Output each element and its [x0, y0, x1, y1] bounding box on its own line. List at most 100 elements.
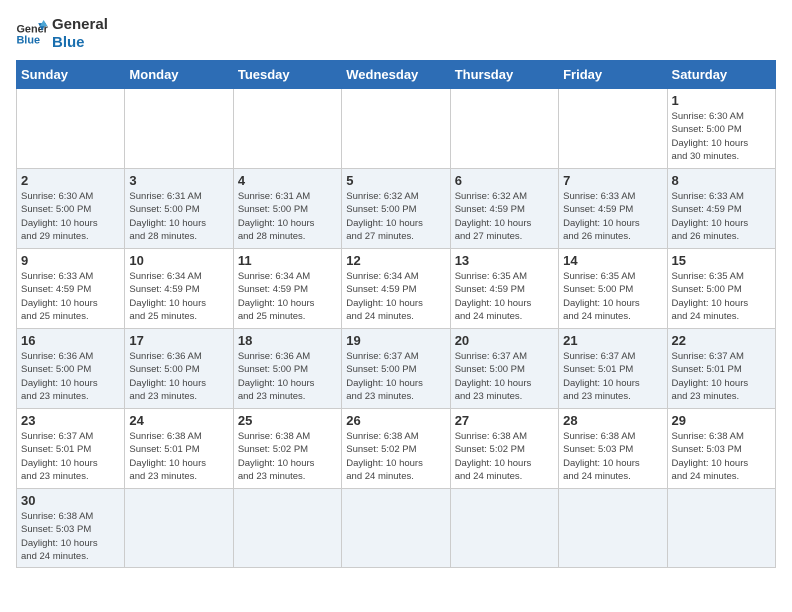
- day-info: Sunrise: 6:30 AM Sunset: 5:00 PM Dayligh…: [672, 110, 771, 163]
- calendar-cell: 10 Sunrise: 6:34 AM Sunset: 4:59 PM Dayli…: [125, 249, 233, 329]
- day-number: 22: [672, 333, 771, 348]
- day-info: Sunrise: 6:36 AM Sunset: 5:00 PM Dayligh…: [129, 350, 228, 403]
- calendar-cell: 14 Sunrise: 6:35 AM Sunset: 5:00 PM Dayli…: [559, 249, 667, 329]
- day-number: 3: [129, 173, 228, 188]
- header-monday: Monday: [125, 61, 233, 89]
- calendar-cell: 18Sunrise: 6:36 AM Sunset: 5:00 PM Dayli…: [233, 329, 341, 409]
- calendar-cell: 7Sunrise: 6:33 AM Sunset: 4:59 PM Daylig…: [559, 169, 667, 249]
- week-row-6: 30 Sunrise: 6:38 AM Sunset: 5:03 PM Dayli…: [17, 489, 776, 568]
- day-info: Sunrise: 6:34 AM Sunset: 4:59 PM Dayligh…: [238, 270, 337, 323]
- page-header: General Blue General Blue: [16, 16, 776, 52]
- calendar-cell: 25 Sunrise: 6:38 AM Sunset: 5:02 PM Dayli…: [233, 409, 341, 489]
- day-number: 10: [129, 253, 228, 268]
- day-info: Sunrise: 6:38 AM Sunset: 5:03 PM Dayligh…: [672, 430, 771, 483]
- logo-icon: General Blue: [16, 20, 48, 48]
- day-number: 1: [672, 93, 771, 108]
- header-wednesday: Wednesday: [342, 61, 450, 89]
- calendar-cell: 8 Sunrise: 6:33 AM Sunset: 4:59 PM Daylig…: [667, 169, 775, 249]
- day-info: Sunrise: 6:33 AM Sunset: 4:59 PM Dayligh…: [21, 270, 120, 323]
- day-number: 25: [238, 413, 337, 428]
- calendar-cell: 22 Sunrise: 6:37 AM Sunset: 5:01 PM Dayli…: [667, 329, 775, 409]
- day-info: Sunrise: 6:33 AM Sunset: 4:59 PM Dayligh…: [563, 190, 662, 243]
- calendar-cell: 9 Sunrise: 6:33 AM Sunset: 4:59 PM Daylig…: [17, 249, 125, 329]
- day-info: Sunrise: 6:33 AM Sunset: 4:59 PM Dayligh…: [672, 190, 771, 243]
- calendar-cell: [233, 89, 341, 169]
- week-row-2: 2 Sunrise: 6:30 AM Sunset: 5:00 PM Daylig…: [17, 169, 776, 249]
- day-info: Sunrise: 6:37 AM Sunset: 5:01 PM Dayligh…: [21, 430, 120, 483]
- calendar-cell: 2 Sunrise: 6:30 AM Sunset: 5:00 PM Daylig…: [17, 169, 125, 249]
- day-number: 5: [346, 173, 445, 188]
- calendar-cell: 19 Sunrise: 6:37 AM Sunset: 5:00 PM Dayli…: [342, 329, 450, 409]
- logo: General Blue General Blue: [16, 16, 108, 52]
- day-info: Sunrise: 6:38 AM Sunset: 5:03 PM Dayligh…: [21, 510, 120, 563]
- day-number: 14: [563, 253, 662, 268]
- day-info: Sunrise: 6:38 AM Sunset: 5:02 PM Dayligh…: [238, 430, 337, 483]
- calendar-cell: 12 Sunrise: 6:34 AM Sunset: 4:59 PM Dayli…: [342, 249, 450, 329]
- week-row-4: 16 Sunrise: 6:36 AM Sunset: 5:00 PM Dayli…: [17, 329, 776, 409]
- calendar-cell: 5Sunrise: 6:32 AM Sunset: 5:00 PM Daylig…: [342, 169, 450, 249]
- day-number: 26: [346, 413, 445, 428]
- day-info: Sunrise: 6:35 AM Sunset: 5:00 PM Dayligh…: [563, 270, 662, 323]
- calendar-cell: 28 Sunrise: 6:38 AM Sunset: 5:03 PM Dayli…: [559, 409, 667, 489]
- calendar-cell: 29 Sunrise: 6:38 AM Sunset: 5:03 PM Dayli…: [667, 409, 775, 489]
- logo-general: General: [52, 16, 108, 34]
- day-info: Sunrise: 6:37 AM Sunset: 5:00 PM Dayligh…: [346, 350, 445, 403]
- day-number: 8: [672, 173, 771, 188]
- day-number: 2: [21, 173, 120, 188]
- day-info: Sunrise: 6:38 AM Sunset: 5:03 PM Dayligh…: [563, 430, 662, 483]
- calendar-cell: [559, 489, 667, 568]
- day-number: 12: [346, 253, 445, 268]
- calendar-cell: 23 Sunrise: 6:37 AM Sunset: 5:01 PM Dayli…: [17, 409, 125, 489]
- day-info: Sunrise: 6:31 AM Sunset: 5:00 PM Dayligh…: [129, 190, 228, 243]
- calendar-cell: 17 Sunrise: 6:36 AM Sunset: 5:00 PM Dayli…: [125, 329, 233, 409]
- day-number: 29: [672, 413, 771, 428]
- calendar-cell: [342, 489, 450, 568]
- day-info: Sunrise: 6:34 AM Sunset: 4:59 PM Dayligh…: [129, 270, 228, 323]
- calendar-cell: 26Sunrise: 6:38 AM Sunset: 5:02 PM Dayli…: [342, 409, 450, 489]
- week-row-3: 9 Sunrise: 6:33 AM Sunset: 4:59 PM Daylig…: [17, 249, 776, 329]
- day-number: 24: [129, 413, 228, 428]
- week-row-5: 23 Sunrise: 6:37 AM Sunset: 5:01 PM Dayli…: [17, 409, 776, 489]
- calendar-cell: [233, 489, 341, 568]
- calendar-cell: [17, 89, 125, 169]
- day-number: 27: [455, 413, 554, 428]
- day-number: 9: [21, 253, 120, 268]
- day-number: 19: [346, 333, 445, 348]
- calendar-cell: 13Sunrise: 6:35 AM Sunset: 4:59 PM Dayli…: [450, 249, 558, 329]
- day-info: Sunrise: 6:38 AM Sunset: 5:01 PM Dayligh…: [129, 430, 228, 483]
- day-info: Sunrise: 6:38 AM Sunset: 5:02 PM Dayligh…: [455, 430, 554, 483]
- logo-blue: Blue: [52, 34, 108, 52]
- day-info: Sunrise: 6:31 AM Sunset: 5:00 PM Dayligh…: [238, 190, 337, 243]
- calendar-cell: [125, 489, 233, 568]
- day-number: 30: [21, 493, 120, 508]
- calendar-cell: 11 Sunrise: 6:34 AM Sunset: 4:59 PM Dayli…: [233, 249, 341, 329]
- calendar-header-row: SundayMondayTuesdayWednesdayThursdayFrid…: [17, 61, 776, 89]
- day-number: 23: [21, 413, 120, 428]
- calendar-cell: [450, 89, 558, 169]
- week-row-1: 1 Sunrise: 6:30 AM Sunset: 5:00 PM Daylig…: [17, 89, 776, 169]
- day-number: 4: [238, 173, 337, 188]
- day-number: 11: [238, 253, 337, 268]
- day-info: Sunrise: 6:34 AM Sunset: 4:59 PM Dayligh…: [346, 270, 445, 323]
- calendar-cell: 3 Sunrise: 6:31 AM Sunset: 5:00 PM Daylig…: [125, 169, 233, 249]
- calendar-cell: 21Sunrise: 6:37 AM Sunset: 5:01 PM Dayli…: [559, 329, 667, 409]
- day-number: 17: [129, 333, 228, 348]
- calendar-cell: 4 Sunrise: 6:31 AM Sunset: 5:00 PM Daylig…: [233, 169, 341, 249]
- day-info: Sunrise: 6:37 AM Sunset: 5:01 PM Dayligh…: [672, 350, 771, 403]
- day-info: Sunrise: 6:30 AM Sunset: 5:00 PM Dayligh…: [21, 190, 120, 243]
- day-info: Sunrise: 6:35 AM Sunset: 5:00 PM Dayligh…: [672, 270, 771, 323]
- day-info: Sunrise: 6:32 AM Sunset: 4:59 PM Dayligh…: [455, 190, 554, 243]
- day-info: Sunrise: 6:36 AM Sunset: 5:00 PM Dayligh…: [21, 350, 120, 403]
- calendar-cell: [450, 489, 558, 568]
- header-thursday: Thursday: [450, 61, 558, 89]
- day-info: Sunrise: 6:37 AM Sunset: 5:01 PM Dayligh…: [563, 350, 662, 403]
- calendar-cell: 1 Sunrise: 6:30 AM Sunset: 5:00 PM Daylig…: [667, 89, 775, 169]
- day-number: 15: [672, 253, 771, 268]
- day-number: 20: [455, 333, 554, 348]
- header-friday: Friday: [559, 61, 667, 89]
- day-number: 16: [21, 333, 120, 348]
- svg-text:Blue: Blue: [16, 34, 40, 46]
- calendar-cell: 16 Sunrise: 6:36 AM Sunset: 5:00 PM Dayli…: [17, 329, 125, 409]
- calendar-cell: [667, 489, 775, 568]
- day-number: 28: [563, 413, 662, 428]
